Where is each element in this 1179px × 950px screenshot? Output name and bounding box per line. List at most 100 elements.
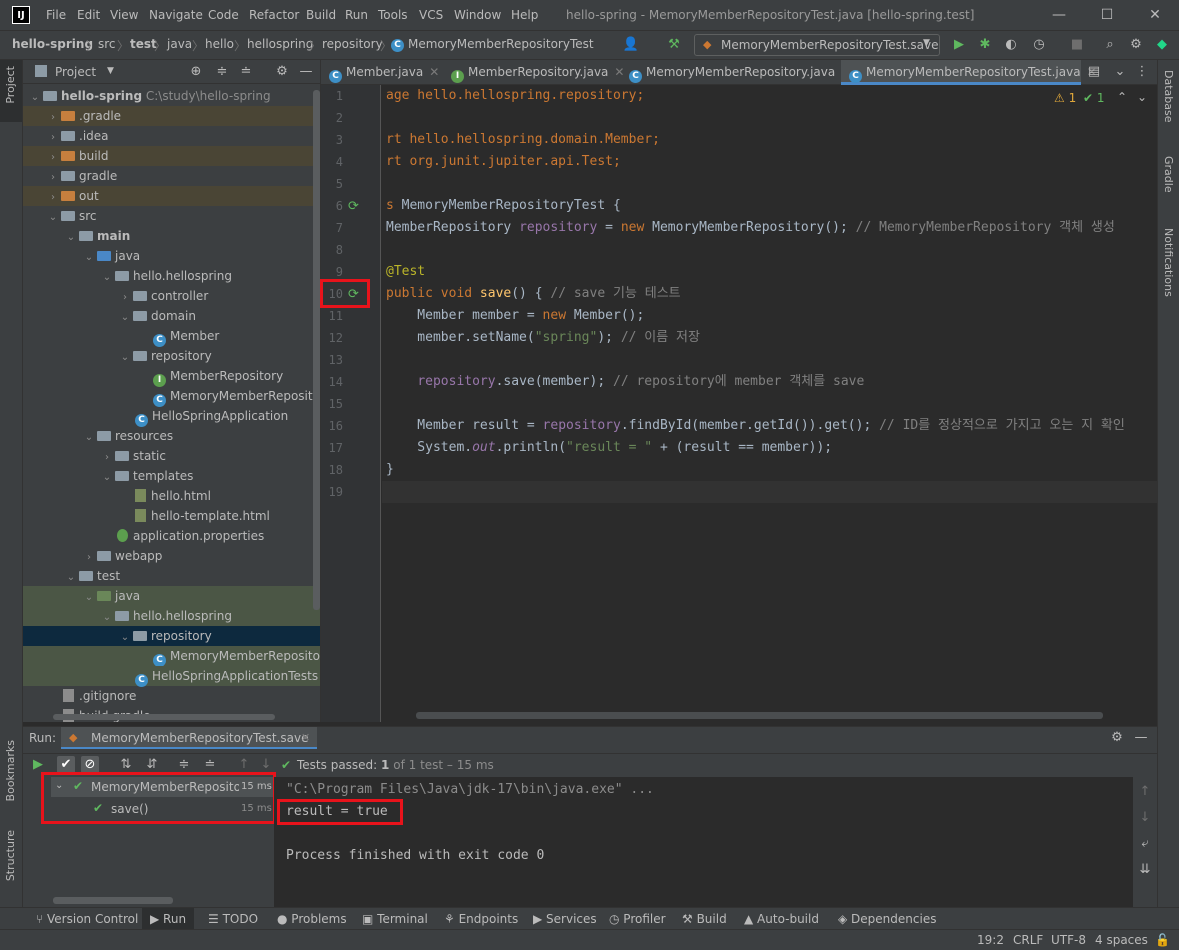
tree-item-gradle-dir[interactable]: › .gradle [23, 106, 320, 126]
menu-run[interactable]: Run [345, 8, 368, 22]
tab-overflow-icon[interactable]: ▤ [1085, 63, 1103, 81]
run-class-gutter-icon[interactable]: ⟳ [348, 199, 359, 214]
menu-navigate[interactable]: Navigate [149, 8, 203, 22]
project-tool-button[interactable]: Project [0, 60, 22, 122]
tree-item-hello-spring-application[interactable]: C HelloSpringApplication [23, 406, 320, 427]
tree-item-controller[interactable]: › controller [23, 286, 320, 306]
tree-item-test-java[interactable]: ⌄ java [23, 586, 320, 606]
tree-item-member[interactable]: C Member [23, 326, 320, 347]
hide-panel-icon[interactable]: — [297, 63, 315, 81]
tree-item-resources[interactable]: ⌄ resources [23, 426, 320, 446]
scroll-down-icon[interactable]: ↓ [1136, 809, 1154, 827]
menu-file[interactable]: File [46, 8, 66, 22]
tool-auto-build[interactable]: ▲ Auto-build [744, 912, 819, 926]
menu-refactor[interactable]: Refactor [249, 8, 299, 22]
project-horizontal-scrollbar[interactable] [53, 714, 275, 720]
tab-member-repository-java[interactable]: I MemberRepository.java ✕ [443, 60, 624, 85]
tree-item-src[interactable]: ⌄ src [23, 206, 320, 226]
tree-item-test-package[interactable]: ⌄ hello.hellospring [23, 606, 320, 626]
close-icon[interactable]: ✕ [301, 731, 310, 744]
menu-help[interactable]: Help [511, 8, 538, 22]
tool-services[interactable]: ▶ Services [533, 912, 597, 926]
tool-build[interactable]: ⚒ Build [682, 912, 727, 926]
indent-setting[interactable]: 4 spaces [1095, 933, 1148, 947]
breadcrumb-project[interactable]: hello-spring [12, 37, 93, 51]
tree-item-webapp[interactable]: › webapp [23, 546, 320, 566]
tree-item-static[interactable]: › static [23, 446, 320, 466]
menu-view[interactable]: View [110, 8, 138, 22]
tool-problems[interactable]: ● Problems [277, 912, 347, 926]
breadcrumb-java[interactable]: java [167, 37, 192, 51]
tool-run[interactable]: ▶ Run [142, 908, 195, 930]
breadcrumb-hellospring[interactable]: hellospring [247, 37, 313, 51]
editor-horizontal-scrollbar[interactable] [416, 712, 1103, 719]
more-tabs-icon[interactable]: ⌄ [1111, 63, 1129, 81]
user-icon[interactable]: 👤 [622, 36, 640, 54]
profile-icon[interactable]: ◷ [1030, 36, 1048, 54]
breadcrumb-repository[interactable]: repository [322, 37, 383, 51]
tool-version-control[interactable]: ⑂ Version Control [36, 912, 138, 926]
tree-item-idea[interactable]: › .idea [23, 126, 320, 146]
breadcrumb-hello[interactable]: hello [205, 37, 234, 51]
caret-position[interactable]: 19:2 [977, 933, 1004, 947]
run-console[interactable]: "C:\Program Files\Java\jdk-17\bin\java.e… [274, 777, 1133, 908]
tree-item-gradle[interactable]: › gradle [23, 166, 320, 186]
tree-item-hello-html[interactable]: hello.html [23, 486, 320, 506]
tree-item-domain[interactable]: ⌄ domain [23, 306, 320, 326]
tree-horizontal-scrollbar[interactable] [53, 897, 173, 904]
menu-code[interactable]: Code [208, 8, 239, 22]
lock-icon[interactable]: 🔓 [1155, 933, 1170, 947]
project-view-select[interactable]: Project [55, 65, 96, 79]
scroll-up-icon[interactable]: ↑ [1136, 783, 1154, 801]
close-icon[interactable]: ✕ [1143, 4, 1167, 26]
database-tool-label[interactable]: Database [1162, 70, 1175, 123]
tab-memory-member-repository-test-java[interactable]: C MemoryMemberRepositoryTest.java ✕ [841, 60, 1097, 85]
tree-item-hello-spring-application-tests[interactable]: C HelloSpringApplicationTests [23, 666, 320, 687]
run-tab[interactable]: ◆ MemoryMemberRepositoryTest.save ✕ [61, 727, 317, 749]
tree-item-test[interactable]: ⌄ test [23, 566, 320, 586]
gear-icon[interactable]: ⚙ [1108, 729, 1126, 747]
hammer-build-icon[interactable]: ⚒ [665, 36, 683, 54]
breadcrumb-src[interactable]: src [98, 37, 116, 51]
gear-icon[interactable]: ⚙ [273, 63, 291, 81]
menu-tools[interactable]: Tools [378, 8, 408, 22]
locate-icon[interactable]: ⊕ [187, 63, 205, 81]
tool-terminal[interactable]: ▣ Terminal [362, 912, 428, 926]
debug-icon[interactable]: ✱ [976, 36, 994, 54]
menu-edit[interactable]: Edit [77, 8, 100, 22]
gradle-tool-label[interactable]: Gradle [1162, 156, 1175, 193]
more-options-icon[interactable]: ⋮ [1133, 63, 1151, 81]
tab-member-java[interactable]: C Member.java ✕ [321, 60, 441, 85]
tree-item-project-root[interactable]: ⌄ hello-spring C:\study\hello-spring [23, 86, 320, 106]
breadcrumb-class[interactable]: MemoryMemberRepositoryTest [408, 37, 594, 51]
expand-all-icon[interactable]: ≑ [213, 63, 231, 81]
breadcrumb-test[interactable]: test [130, 37, 157, 51]
stop-icon[interactable]: ■ [1068, 36, 1086, 54]
tree-item-member-repository[interactable]: I MemberRepository [23, 366, 320, 387]
menu-build[interactable]: Build [306, 8, 336, 22]
search-icon[interactable]: ⌕ [1101, 36, 1119, 54]
tree-item-build[interactable]: › build [23, 146, 320, 166]
tree-item-templates[interactable]: ⌄ templates [23, 466, 320, 486]
tool-profiler[interactable]: ◷ Profiler [609, 912, 666, 926]
chevron-down-icon[interactable]: ▼ [107, 66, 114, 76]
tool-endpoints[interactable]: ⚘ Endpoints [444, 912, 518, 926]
minimize-icon[interactable]: — [1047, 4, 1071, 26]
tree-item-main-package[interactable]: ⌄ hello.hellospring [23, 266, 320, 286]
menu-window[interactable]: Window [454, 8, 501, 22]
tool-todo[interactable]: ☰ TODO [208, 912, 258, 926]
tool-dependencies[interactable]: ◈ Dependencies [838, 912, 936, 926]
notifications-tool-label[interactable]: Notifications [1162, 228, 1175, 297]
tree-item-main[interactable]: ⌄ main [23, 226, 320, 246]
project-scrollbar[interactable] [313, 90, 320, 610]
collapse-all-icon[interactable]: ≐ [237, 63, 255, 81]
menu-vcs[interactable]: VCS [419, 8, 443, 22]
jetbrains-toolbox-icon[interactable]: ◆ [1153, 36, 1171, 54]
hide-panel-icon[interactable]: — [1132, 729, 1150, 747]
scroll-to-end-icon[interactable]: ⇊ [1136, 861, 1154, 879]
code-area[interactable]: age hello.hellospring.repository; rt hel… [382, 85, 1157, 722]
tab-memory-member-repository-java[interactable]: CMemoryMemberRepository.java✕ [621, 60, 851, 85]
tree-item-application-properties[interactable]: application.properties [23, 526, 320, 546]
bookmarks-tool-label[interactable]: Bookmarks [4, 740, 17, 801]
soft-wrap-icon[interactable]: ⤶ [1136, 835, 1154, 853]
